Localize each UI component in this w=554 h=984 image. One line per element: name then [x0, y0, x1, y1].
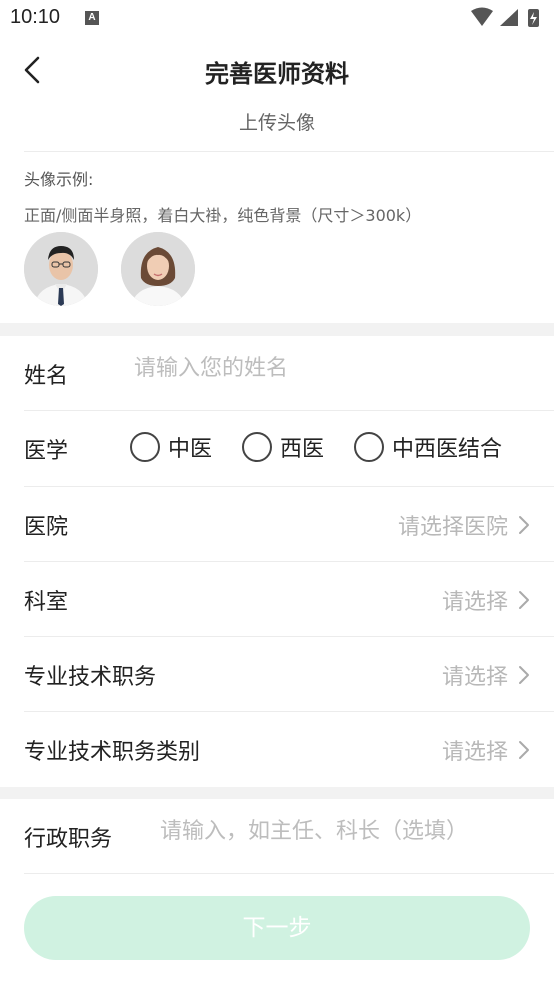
hospital-select-value: 请选择医院 [397, 515, 508, 540]
radio-label-integrated: 中西医结合 [392, 437, 503, 462]
professional-title-select-value: 请选择 [441, 665, 508, 690]
professional-category-label: 专业技术职务类别 [24, 740, 201, 765]
radio-circle-icon[interactable] [130, 432, 160, 462]
chevron-right-icon [519, 516, 529, 534]
divider [24, 151, 554, 152]
professional-title-select[interactable]: 请选择 [442, 659, 530, 691]
radio-label-western: 西医 [280, 437, 325, 462]
status-icons [470, 7, 544, 33]
hospital-label: 医院 [24, 515, 69, 540]
radio-circle-icon[interactable] [354, 432, 385, 462]
professional-category-select[interactable]: 请选择 [442, 734, 530, 766]
professional-category-select-value: 请选择 [441, 740, 508, 765]
radio-tcm[interactable]: 中医 [130, 431, 212, 463]
section-gap [0, 787, 554, 799]
chevron-right-icon [519, 666, 529, 684]
avatar-example-male [24, 232, 98, 306]
radio-label-tcm: 中医 [168, 437, 213, 462]
status-time: 10:10 [10, 6, 61, 28]
name-input[interactable] [134, 356, 514, 381]
form-row-professional-title[interactable]: 专业技术职务 请选择 [24, 637, 554, 713]
department-label: 科室 [24, 590, 69, 615]
section-gap [0, 323, 554, 336]
chevron-right-icon [519, 591, 529, 609]
nav-bar: 完善医师资料 [0, 40, 554, 100]
upload-avatar-link[interactable]: 上传头像 [0, 108, 554, 135]
form-row-name: 姓名 [24, 336, 554, 412]
admin-title-input[interactable] [160, 819, 520, 844]
form-row-medicine: 医学 中医 西医 中西医结合 [24, 411, 554, 487]
next-step-button[interactable]: 下一步 [24, 896, 530, 960]
chevron-right-icon [519, 741, 529, 759]
page-title: 完善医师资料 [205, 60, 349, 88]
avatar-example-female [121, 232, 195, 306]
radio-integrated[interactable]: 中西医结合 [354, 431, 502, 463]
form-row-admin-title: 行政职务 [24, 799, 554, 875]
medicine-radio-group: 中医 西医 中西医结合 [130, 431, 532, 463]
avatar-example-desc: 正面/侧面半身照，着白大褂，纯色背景（尺寸＞300k） [24, 206, 422, 225]
form-row-hospital[interactable]: 医院 请选择医院 [24, 487, 554, 563]
medicine-label: 医学 [24, 439, 69, 464]
radio-western[interactable]: 西医 [242, 431, 324, 463]
hospital-select[interactable]: 请选择医院 [398, 509, 530, 541]
avatar-example-title: 头像示例: [24, 170, 94, 189]
wifi-signal-battery-icon [471, 7, 539, 27]
professional-title-label: 专业技术职务 [24, 665, 157, 690]
form-row-department[interactable]: 科室 请选择 [24, 562, 554, 638]
notification-icon: A [85, 11, 99, 25]
divider [24, 873, 554, 874]
status-bar: 10:10 A [0, 0, 554, 38]
department-select[interactable]: 请选择 [442, 584, 530, 616]
admin-title-label: 行政职务 [24, 827, 113, 852]
name-label: 姓名 [24, 364, 69, 389]
radio-circle-icon[interactable] [242, 432, 273, 462]
department-select-value: 请选择 [441, 590, 508, 615]
form-row-professional-category[interactable]: 专业技术职务类别 请选择 [24, 712, 554, 788]
